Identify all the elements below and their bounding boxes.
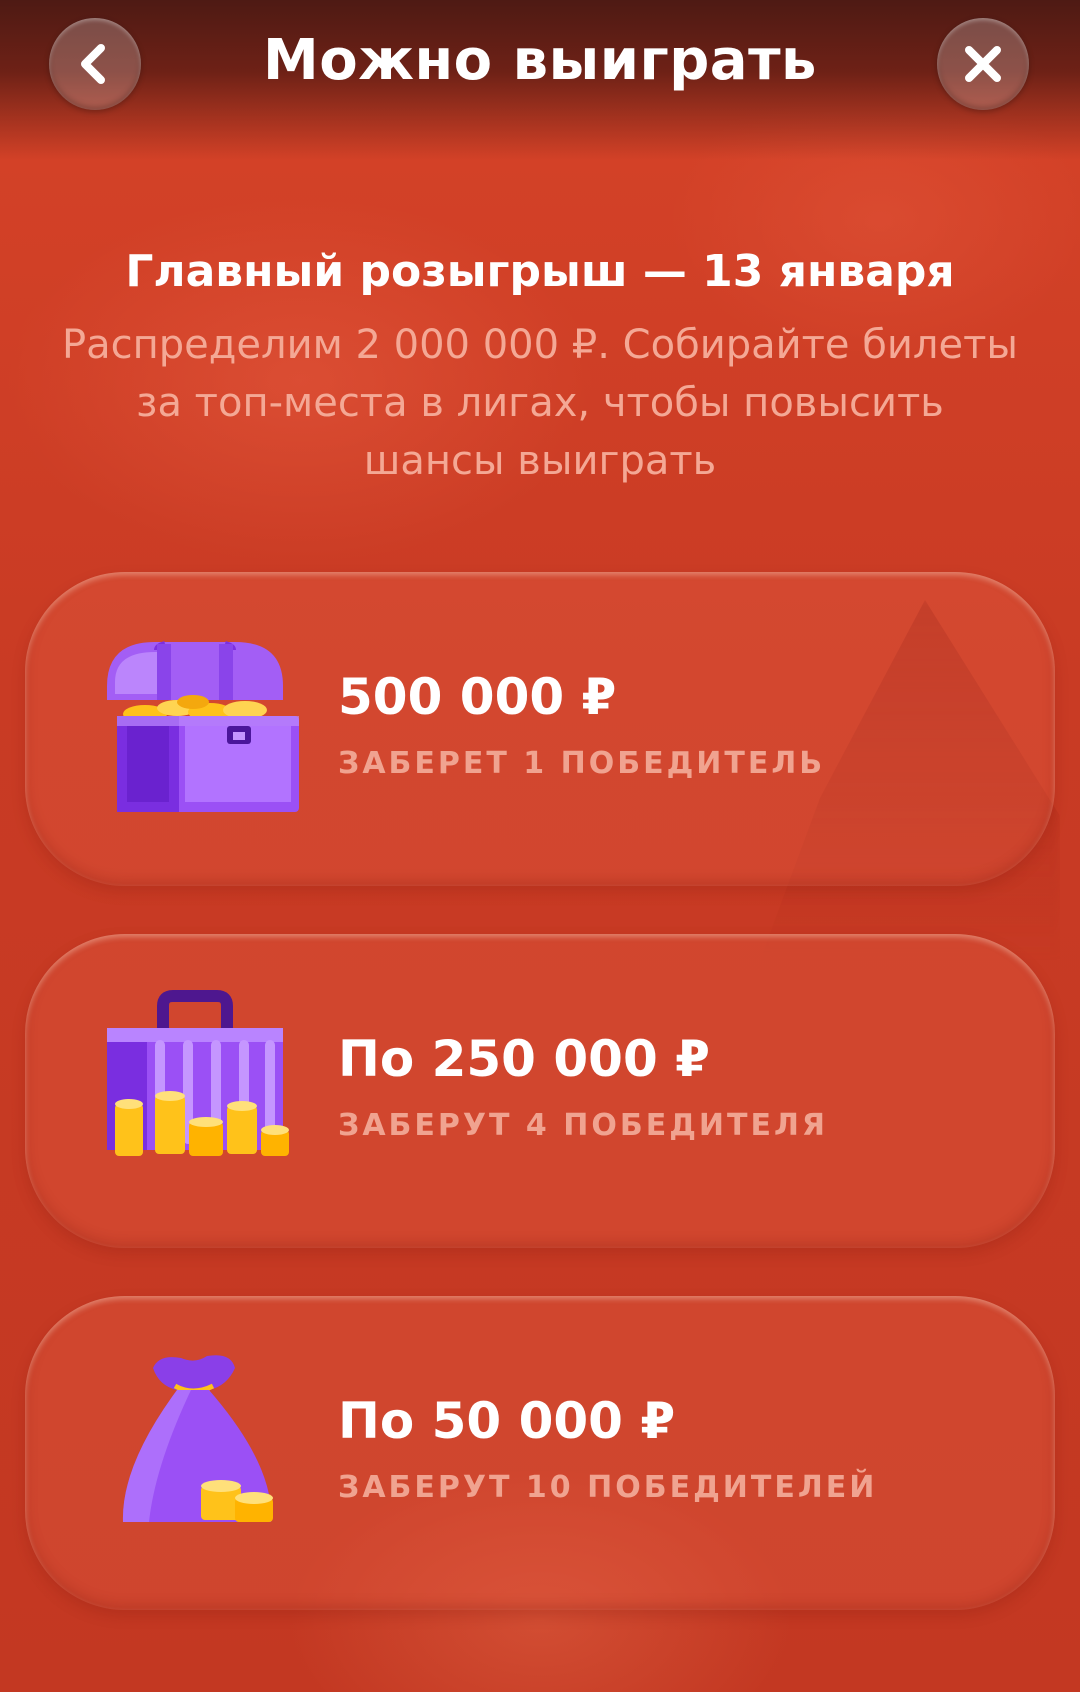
page-title: Можно выиграть xyxy=(263,28,817,93)
draw-info: Главный розыгрыш — 13 января Распределим… xyxy=(60,242,1020,490)
prize-card-50000: По 50 000 ₽ ЗАБЕРУТ 10 ПОБЕДИТЕЛЕЙ xyxy=(25,1296,1055,1610)
draw-description: Распределим 2 000 000 ₽. Собирайте билет… xyxy=(62,322,1018,484)
prize-amount: 500 000 ₽ xyxy=(338,668,617,726)
chevron-left-icon xyxy=(81,44,105,84)
draw-heading: Главный розыгрыш — 13 января xyxy=(125,246,955,297)
close-icon xyxy=(965,46,1001,82)
close-button[interactable] xyxy=(937,18,1029,110)
prize-winners: ЗАБЕРУТ 10 ПОБЕДИТЕЛЕЙ xyxy=(338,1470,878,1505)
prize-card-500000: 500 000 ₽ ЗАБЕРЕТ 1 ПОБЕДИТЕЛЬ xyxy=(25,572,1055,886)
prize-amount: По 250 000 ₽ xyxy=(338,1030,710,1088)
back-button[interactable] xyxy=(49,18,141,110)
prize-amount: По 50 000 ₽ xyxy=(338,1392,676,1450)
prize-winners: ЗАБЕРЕТ 1 ПОБЕДИТЕЛЬ xyxy=(338,746,826,781)
money-bag-icon xyxy=(122,1355,273,1522)
money-case-icon xyxy=(107,990,289,1156)
treasure-chest-icon xyxy=(107,641,299,812)
prize-winners: ЗАБЕРУТ 4 ПОБЕДИТЕЛЯ xyxy=(338,1108,829,1143)
header-bar: Можно выиграть xyxy=(0,0,1080,160)
prize-card-250000: По 250 000 ₽ ЗАБЕРУТ 4 ПОБЕДИТЕЛЯ xyxy=(25,934,1055,1248)
